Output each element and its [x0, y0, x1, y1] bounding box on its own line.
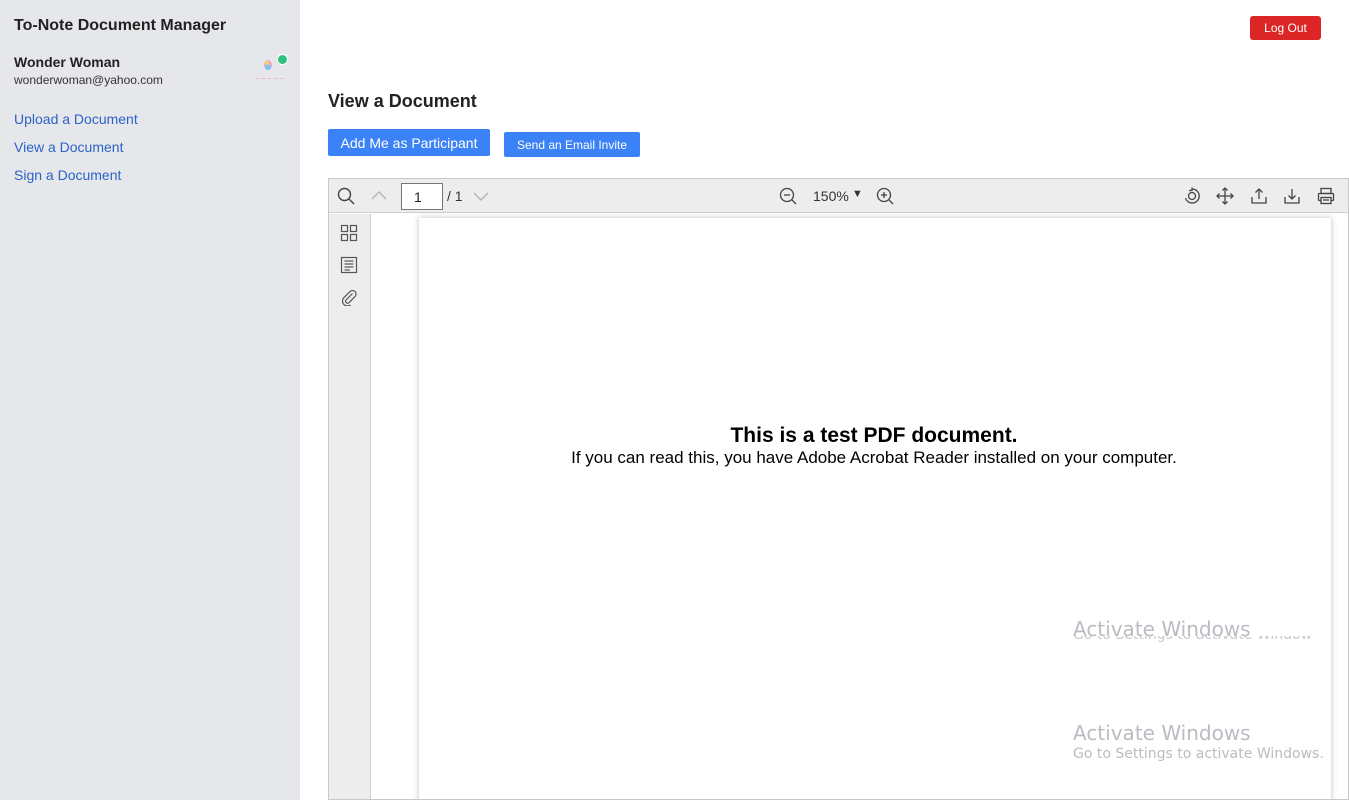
page-number-input[interactable]	[401, 183, 443, 210]
pdf-body-text: If you can read this, you have Adobe Acr…	[571, 448, 1177, 467]
document-area: This is a test PDF document. If you can …	[372, 214, 1348, 799]
app-title: To-Note Document Manager	[14, 17, 227, 34]
thumbnails-icon[interactable]	[340, 224, 358, 242]
zoom-out-icon[interactable]	[779, 187, 797, 205]
sidebar-item-sign[interactable]: Sign a Document	[14, 167, 121, 183]
rotate-icon[interactable]	[1183, 187, 1201, 205]
user-name: Wonder Woman	[14, 54, 121, 70]
activate-windows-watermark-clipped-text: Go to Settings to activate Windows.	[1073, 636, 1313, 643]
page-title: View a Document	[328, 91, 477, 111]
pdf-heading: This is a test PDF document.	[730, 424, 1018, 447]
send-email-invite-button[interactable]: Send an Email Invite	[504, 132, 640, 157]
attachment-icon[interactable]	[340, 288, 358, 306]
viewer-side-rail	[329, 214, 371, 799]
svg-text:~~~~~: ~~~~~	[255, 75, 284, 83]
sidebar-item-upload[interactable]: Upload a Document	[14, 111, 138, 127]
pdf-page: This is a test PDF document. If you can …	[419, 218, 1331, 799]
page-total: / 1	[447, 188, 463, 204]
pdf-toolbar: / 1 150% ▼	[329, 179, 1348, 213]
outline-icon[interactable]	[340, 256, 358, 274]
search-icon[interactable]	[337, 187, 355, 205]
pdf-viewer: / 1 150% ▼	[328, 178, 1349, 800]
print-icon[interactable]	[1317, 187, 1335, 205]
logout-button[interactable]: Log Out	[1250, 16, 1321, 40]
download-icon[interactable]	[1283, 187, 1301, 205]
sidebar: To-Note Document Manager Wonder Woman wo…	[0, 0, 300, 800]
activate-windows-watermark-clipped: Go to Settings to activate Windows.	[1073, 636, 1313, 646]
add-participant-button[interactable]: Add Me as Participant	[328, 129, 490, 156]
activate-windows-watermark-title-2: Activate Windows	[1073, 721, 1251, 745]
activate-windows-watermark-subtitle: Go to Settings to activate Windows.	[1073, 746, 1324, 762]
zoom-level[interactable]: 150%	[813, 188, 849, 204]
next-page-icon[interactable]	[472, 187, 490, 205]
upload-icon[interactable]	[1250, 187, 1268, 205]
user-email: wonderwoman@yahoo.com	[14, 73, 163, 87]
app-root: To-Note Document Manager Wonder Woman wo…	[0, 0, 1349, 800]
sidebar-item-view[interactable]: View a Document	[14, 139, 123, 155]
previous-page-icon[interactable]	[370, 187, 388, 205]
zoom-in-icon[interactable]	[876, 187, 894, 205]
zoom-dropdown-icon[interactable]: ▼	[852, 188, 863, 200]
online-status-indicator	[277, 54, 288, 65]
pan-move-icon[interactable]	[1216, 187, 1234, 205]
